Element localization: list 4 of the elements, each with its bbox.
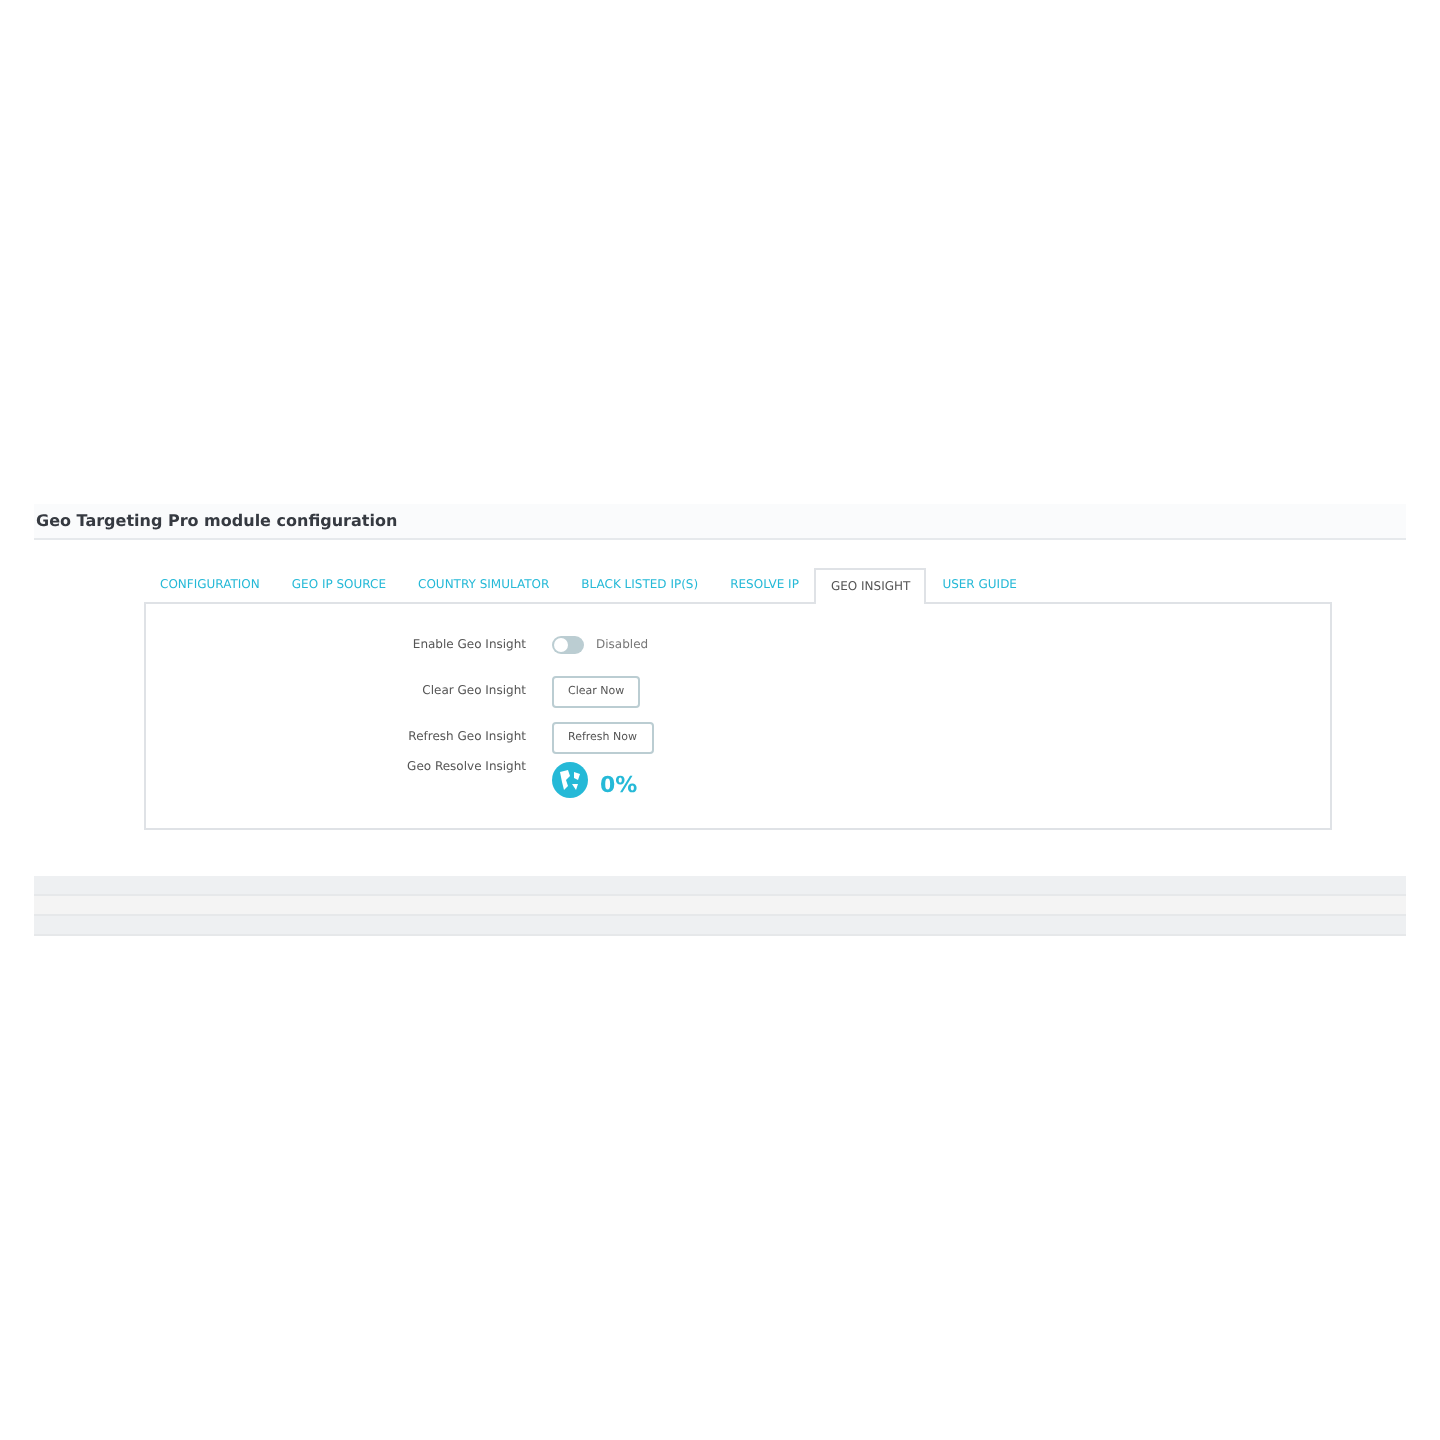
toggle-switch[interactable] — [552, 636, 584, 654]
progress-value: 0% — [600, 772, 638, 798]
globe-icon — [552, 761, 588, 797]
page-title: Geo Targeting Pro module configuration — [34, 512, 398, 530]
